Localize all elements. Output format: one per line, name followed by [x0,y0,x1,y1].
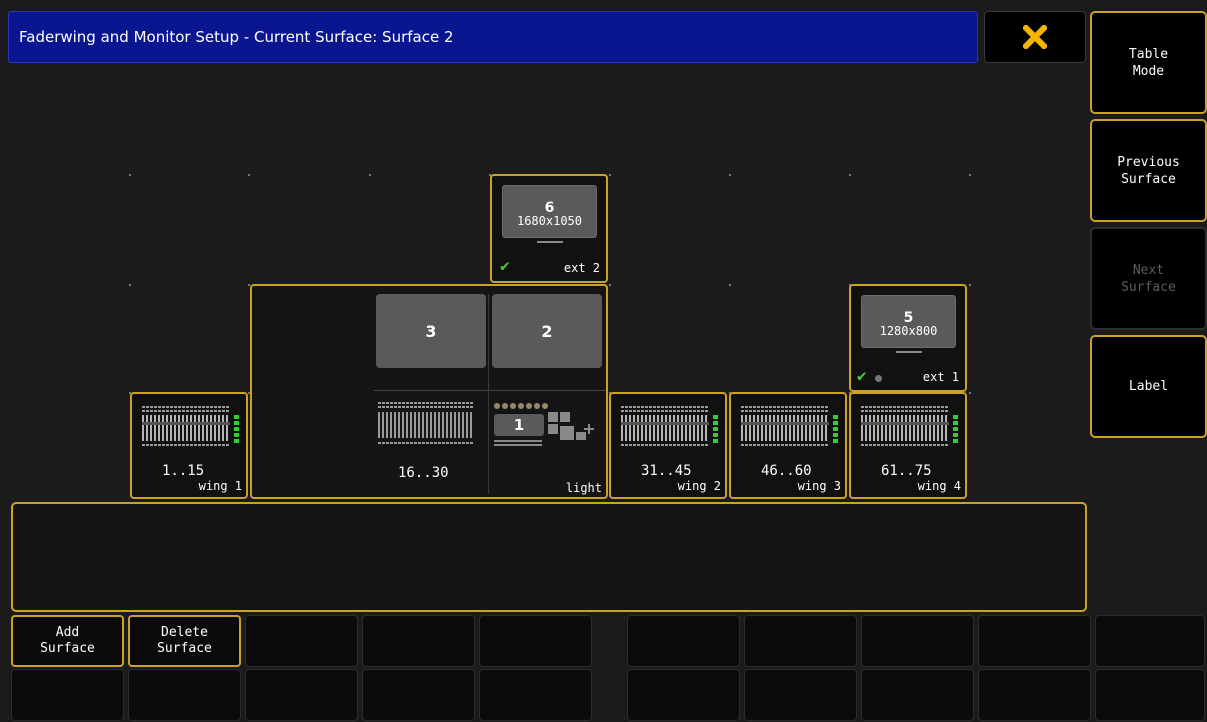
empty-button-r2-c3[interactable] [245,669,358,721]
monitor-number: 5 [903,310,914,326]
monitor-resolution: 1280x800 [879,324,938,338]
empty-button-r1-c5[interactable] [479,615,592,667]
empty-button-r1-c3[interactable] [245,615,358,667]
next-surface-button[interactable]: Next Surface [1090,227,1207,330]
empty-button-r2-c10[interactable] [1095,669,1205,721]
console-slot[interactable]: 3 2 1 16..30 light [250,284,608,499]
grid-dot [849,174,851,176]
empty-button-r2-c7[interactable] [744,669,857,721]
wing-name: wing 1 [198,479,242,493]
empty-button-r1-c7[interactable] [744,615,857,667]
monitor-ext-label: ext 1 [922,370,959,384]
empty-button-r2-c2[interactable] [128,669,241,721]
grid-dot [129,174,131,176]
console-name: light [565,481,602,495]
check-icon: ✔ [857,366,867,385]
table-mode-button[interactable]: Table Mode [1090,11,1207,114]
wing-slot-1[interactable]: 1..15 wing 1 [130,392,248,499]
empty-button-r1-c4[interactable] [362,615,475,667]
wing-range: 61..75 [881,463,932,479]
empty-button-r1-c8[interactable] [861,615,974,667]
surface-info-area [11,502,1087,612]
empty-button-r2-c4[interactable] [362,669,475,721]
monitor-resolution: 1680x1050 [516,214,583,228]
empty-button-r1-c9[interactable] [978,615,1091,667]
wing-slot-3[interactable]: 46..60 wing 3 [729,392,847,499]
empty-button-r2-c9[interactable] [978,669,1091,721]
check-icon: ✔ [500,256,510,275]
wing-range: 31..45 [641,463,692,479]
console-screen-2: 2 [492,294,602,368]
wing-name: wing 2 [677,479,721,493]
empty-button-r2-c5[interactable] [479,669,592,721]
fader-bank-icon [378,402,473,444]
grid-dot [369,174,371,176]
grid-dot [248,174,250,176]
grid-dot [969,392,971,394]
console-range: 16..30 [398,465,449,481]
console-divider [488,294,489,494]
empty-button-r2-c6[interactable] [627,669,740,721]
close-button[interactable] [984,11,1086,63]
empty-button-r1-c6[interactable] [627,615,740,667]
console-screen-3: 3 [376,294,486,368]
monitor-5-slot[interactable]: 5 1280x800 ✔ ext 1 [849,284,967,392]
delete-surface-button[interactable]: Delete Surface [128,615,241,667]
previous-surface-button[interactable]: Previous Surface [1090,119,1207,222]
status-dot [875,375,882,382]
grid-dot [729,284,731,286]
grid-dot [609,284,611,286]
grid-dot [609,174,611,176]
fader-bank-icon [140,404,240,460]
wing-range: 46..60 [761,463,812,479]
label-button[interactable]: Label [1090,335,1207,438]
fader-bank-icon [739,404,839,460]
add-surface-button[interactable]: Add Surface [11,615,124,667]
grid-dot [969,284,971,286]
window-title-bar: Faderwing and Monitor Setup - Current Su… [8,11,978,63]
monitor-6-screen: 6 1680x1050 [502,185,597,238]
monitor-6-slot[interactable]: 6 1680x1050 ✔ ext 2 [490,174,608,283]
wing-name: wing 4 [917,479,961,493]
console-screen-1: 1 [513,416,525,434]
grid-dot [729,174,731,176]
wing-range: 1..15 [162,463,205,479]
window-title: Faderwing and Monitor Setup - Current Su… [19,28,454,46]
wing-name: wing 3 [797,479,841,493]
grid-dot [129,284,131,286]
monitor-number: 6 [544,200,555,216]
monitor-stand [896,351,922,353]
fader-bank-icon [859,404,959,460]
close-x-icon [1023,25,1047,49]
monitor-stand [537,241,563,243]
wing-slot-2[interactable]: 31..45 wing 2 [609,392,727,499]
monitor-5-screen: 5 1280x800 [861,295,956,348]
empty-button-r1-c10[interactable] [1095,615,1205,667]
grid-dot [969,174,971,176]
monitor-ext-label: ext 2 [563,261,600,275]
wing-slot-4[interactable]: 61..75 wing 4 [849,392,967,499]
fader-bank-icon [619,404,719,460]
empty-button-r2-c8[interactable] [861,669,974,721]
console-divider [374,390,606,391]
empty-button-r2-c1[interactable] [11,669,124,721]
